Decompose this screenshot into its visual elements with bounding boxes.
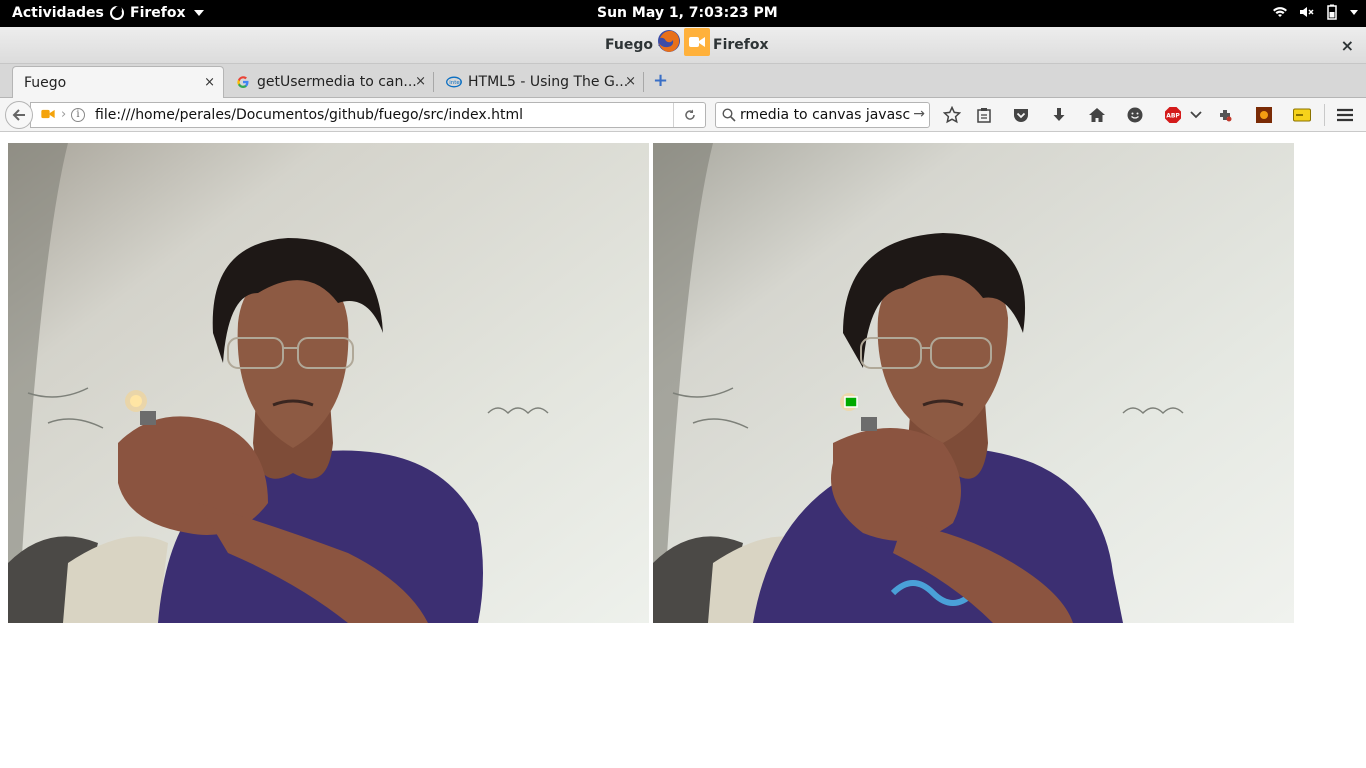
extension-puzzle-button[interactable] (1215, 105, 1235, 125)
tab-separator (643, 72, 644, 92)
download-arrow-icon (1053, 108, 1065, 121)
app-menu-label: Firefox (130, 5, 186, 21)
wifi-icon (1273, 7, 1287, 17)
window-close-button[interactable]: × (1341, 36, 1354, 55)
chevron-down-icon (193, 10, 204, 16)
sun-extension-icon (1256, 107, 1272, 123)
toolbar-separator (1324, 104, 1325, 126)
reload-icon (684, 109, 695, 120)
search-input[interactable]: rmedia to canvas javascript (740, 107, 910, 123)
hamburger-menu-icon (1337, 108, 1353, 122)
tab-label: HTML5 - Using The G... (468, 74, 629, 90)
fire-detection-marker (844, 396, 858, 408)
tab-close-button[interactable]: × (415, 74, 426, 89)
pocket-button[interactable] (1011, 105, 1031, 125)
navigation-bar: › i file:///home/perales/Documentos/gith… (0, 98, 1366, 132)
firefox-logo-icon (658, 30, 680, 52)
adblock-menu-button[interactable] (1186, 105, 1206, 125)
reading-list-button[interactable] (974, 105, 994, 125)
extension-icon (1220, 110, 1232, 122)
webcam-image (8, 143, 649, 623)
video-camera-icon (41, 109, 55, 119)
chevron-right-icon: › (61, 107, 67, 122)
tab-html5[interactable]: intel HTML5 - Using The G... × (438, 66, 644, 98)
bookmark-star-button[interactable] (942, 105, 962, 125)
canvas-output (653, 143, 1294, 623)
hello-button[interactable] (1125, 105, 1145, 125)
chat-smiley-icon (1127, 107, 1143, 123)
window-title-bar[interactable]: Fuego – Firefox × (0, 27, 1366, 64)
video-camera-icon (689, 37, 705, 47)
app-menu[interactable]: Firefox (110, 5, 204, 21)
tab-close-button[interactable]: × (625, 74, 636, 89)
downloads-button[interactable] (1049, 105, 1069, 125)
back-button[interactable] (5, 101, 33, 129)
system-status-area[interactable] (1272, 4, 1358, 20)
new-tab-button[interactable]: + (653, 70, 668, 91)
volume-muted-icon (1300, 7, 1314, 17)
svg-text:ABP: ABP (1166, 113, 1180, 120)
main-menu-button[interactable] (1335, 105, 1355, 125)
tab-getusermedia[interactable]: getUsermedia to can... × (228, 66, 434, 98)
google-icon (237, 76, 249, 88)
tab-close-button[interactable]: × (204, 75, 215, 90)
gnome-top-bar: Actividades Firefox Sun May 1, 7:03:23 P… (0, 0, 1366, 27)
tab-fuego[interactable]: Fuego × (12, 66, 224, 98)
processed-webcam-image (653, 143, 1294, 623)
yellow-card-icon (1293, 108, 1311, 122)
extension-yellow-button[interactable] (1292, 105, 1312, 125)
star-icon (943, 106, 961, 124)
reload-button[interactable] (673, 103, 705, 127)
activities-button[interactable]: Actividades (12, 5, 104, 21)
power-menu-caret-icon (1350, 9, 1358, 15)
site-info-icon[interactable]: i (71, 108, 85, 122)
clipboard-icon (977, 108, 991, 123)
search-icon (722, 108, 736, 122)
url-input[interactable]: file:///home/perales/Documentos/github/f… (95, 107, 523, 123)
clock[interactable]: Sun May 1, 7:03:23 PM (597, 5, 778, 21)
battery-icon (1327, 4, 1337, 20)
home-button[interactable] (1087, 105, 1107, 125)
pocket-icon (1014, 109, 1028, 122)
search-go-icon[interactable]: → (913, 106, 925, 122)
adblock-button[interactable]: ABP (1163, 105, 1183, 125)
page-content (0, 133, 1366, 768)
camera-sharing-indicator[interactable] (684, 28, 710, 56)
intel-icon: intel (446, 76, 462, 88)
adblock-icon: ABP (1165, 107, 1181, 123)
tab-label: getUsermedia to can... (257, 74, 417, 90)
extension-sun-button[interactable] (1254, 105, 1274, 125)
firefox-icon (110, 6, 124, 20)
tab-strip: Fuego × getUsermedia to can... × intel H… (0, 64, 1366, 98)
tab-separator (433, 72, 434, 92)
arrow-left-icon (12, 109, 25, 121)
search-bar[interactable]: rmedia to canvas javascript → (715, 102, 930, 128)
url-bar[interactable]: › i file:///home/perales/Documentos/gith… (30, 102, 706, 128)
webcam-video (8, 143, 649, 623)
tab-label: Fuego (24, 74, 67, 91)
svg-text:intel: intel (449, 80, 462, 86)
chevron-down-icon (1190, 111, 1202, 119)
window-title-app: Firefox (713, 37, 769, 53)
home-icon (1089, 108, 1105, 122)
